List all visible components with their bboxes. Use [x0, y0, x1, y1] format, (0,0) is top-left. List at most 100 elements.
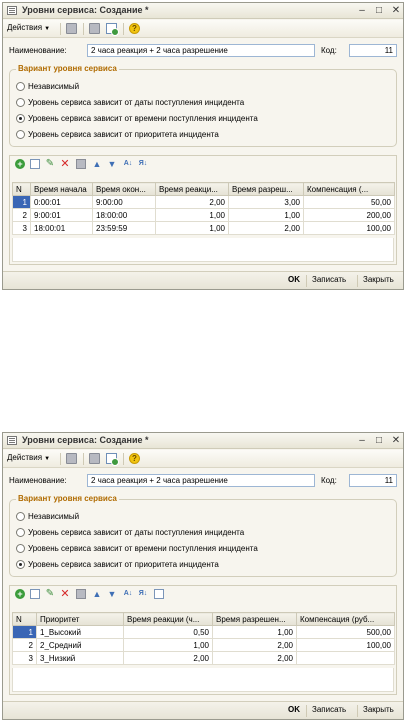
help-icon[interactable]: ? [129, 23, 140, 34]
delete-row-icon[interactable]: ✕ [60, 159, 70, 170]
move-up-icon[interactable]: ▲ [92, 159, 102, 169]
table-cell[interactable]: 23:59:59 [92, 221, 156, 235]
column-header[interactable]: Время разреш... [228, 182, 304, 196]
save-button[interactable]: Записать [312, 705, 346, 714]
post-record-icon[interactable] [89, 453, 100, 464]
table-row[interactable]: 2 9:00:01 18:00:00 1,00 1,00 200,00 [12, 208, 395, 222]
code-field[interactable]: 11 [349, 44, 397, 57]
column-header[interactable]: N [12, 182, 31, 196]
move-down-icon[interactable]: ▼ [107, 159, 117, 169]
table-cell[interactable]: 1,00 [155, 221, 229, 235]
table-cell[interactable]: 18:00:00 [92, 208, 156, 222]
maximize-icon[interactable]: □ [372, 3, 386, 18]
row-number[interactable]: 1 [12, 625, 37, 639]
row-number[interactable]: 3 [12, 651, 37, 665]
radio-button-selected[interactable] [16, 114, 25, 123]
name-field[interactable]: 2 часа реакция + 2 часа разрешение [87, 44, 315, 57]
table-row[interactable]: 1 1_Высокий 0,50 1,00 500,00 [12, 625, 395, 639]
table-row[interactable]: 1 0:00:01 9:00:00 2,00 3,00 50,00 [12, 195, 395, 209]
end-edit-icon[interactable] [76, 159, 86, 169]
code-field[interactable]: 11 [349, 474, 397, 487]
column-header[interactable]: Время реакции (ч... [123, 612, 213, 626]
help-icon[interactable]: ? [129, 453, 140, 464]
maximize-icon[interactable]: □ [372, 433, 386, 448]
table-cell[interactable]: 100,00 [303, 221, 395, 235]
table-cell[interactable]: 18:00:01 [30, 221, 93, 235]
move-down-icon[interactable]: ▼ [107, 589, 117, 599]
add-row-icon[interactable]: + [15, 159, 25, 169]
table-cell[interactable]: 200,00 [303, 208, 395, 222]
row-number[interactable]: 1 [12, 195, 31, 209]
row-number[interactable]: 2 [12, 638, 37, 652]
table-cell[interactable]: 1,00 [212, 625, 297, 639]
column-header[interactable]: Время начала [30, 182, 93, 196]
table-cell[interactable]: 2_Средний [36, 638, 124, 652]
table-cell[interactable]: 1,00 [155, 208, 229, 222]
table-cell[interactable]: 2,00 [123, 651, 213, 665]
close-icon[interactable]: ✕ [389, 3, 403, 18]
row-number[interactable]: 2 [12, 208, 31, 222]
column-header[interactable]: Приоритет [36, 612, 124, 626]
fill-table-icon[interactable] [154, 589, 164, 599]
table-cell[interactable]: 2,00 [155, 195, 229, 209]
actions-menu-button[interactable]: Действия ▼ [7, 453, 50, 462]
ok-button[interactable]: OK [288, 275, 300, 284]
column-header[interactable]: Время реакци... [155, 182, 229, 196]
table-cell[interactable]: 2,00 [212, 651, 297, 665]
column-header[interactable]: N [12, 612, 37, 626]
ok-button[interactable]: OK [288, 705, 300, 714]
table-cell[interactable]: 9:00:00 [92, 195, 156, 209]
sort-desc-icon[interactable]: Я↓ [138, 159, 148, 169]
post-record-icon[interactable] [89, 23, 100, 34]
end-edit-icon[interactable] [76, 589, 86, 599]
save-button[interactable]: Записать [312, 275, 346, 284]
actions-menu-button[interactable]: Действия ▼ [7, 23, 50, 32]
table-cell[interactable]: 0:00:01 [30, 195, 93, 209]
table-row[interactable]: 2 2_Средний 1,00 2,00 100,00 [12, 638, 395, 652]
minimize-icon[interactable]: – [355, 3, 369, 18]
table-cell[interactable]: 1,00 [123, 638, 213, 652]
close-icon[interactable]: ✕ [389, 433, 403, 448]
copy-row-icon[interactable] [30, 589, 40, 599]
radio-button[interactable] [16, 528, 25, 537]
sort-asc-icon[interactable]: A↓ [123, 589, 133, 599]
close-button[interactable]: Закрыть [363, 705, 394, 714]
close-button[interactable]: Закрыть [363, 275, 394, 284]
move-up-icon[interactable]: ▲ [92, 589, 102, 599]
minimize-icon[interactable]: – [355, 433, 369, 448]
table-cell[interactable]: 3,00 [228, 195, 304, 209]
table-cell[interactable]: 1,00 [228, 208, 304, 222]
save-record-icon[interactable] [66, 453, 77, 464]
row-number[interactable]: 3 [12, 221, 31, 235]
refresh-icon[interactable] [106, 23, 119, 36]
table-cell[interactable]: 500,00 [296, 625, 395, 639]
radio-button[interactable] [16, 544, 25, 553]
save-record-icon[interactable] [66, 23, 77, 34]
radio-button[interactable] [16, 512, 25, 521]
table-cell[interactable]: 50,00 [303, 195, 395, 209]
table-cell[interactable]: 0,50 [123, 625, 213, 639]
radio-button[interactable] [16, 130, 25, 139]
name-field[interactable]: 2 часа реакция + 2 часа разрешение [87, 474, 315, 487]
column-header[interactable]: Время окон... [92, 182, 156, 196]
copy-row-icon[interactable] [30, 159, 40, 169]
sort-desc-icon[interactable]: Я↓ [138, 589, 148, 599]
radio-button[interactable] [16, 98, 25, 107]
table-row[interactable]: 3 18:00:01 23:59:59 1,00 2,00 100,00 [12, 221, 395, 235]
table-cell[interactable]: 9:00:01 [30, 208, 93, 222]
sort-asc-icon[interactable]: A↓ [123, 159, 133, 169]
table-cell[interactable]: 100,00 [296, 638, 395, 652]
refresh-icon[interactable] [106, 453, 119, 466]
column-header[interactable]: Время разрешен... [212, 612, 297, 626]
column-header[interactable]: Компенсация (руб... [296, 612, 395, 626]
table-row[interactable]: 3 3_Низкий 2,00 2,00 [12, 651, 395, 665]
table-cell[interactable]: 1_Высокий [36, 625, 124, 639]
table-cell[interactable]: 2,00 [212, 638, 297, 652]
delete-row-icon[interactable]: ✕ [60, 589, 70, 600]
column-header[interactable]: Компенсация (... [303, 182, 395, 196]
radio-button-selected[interactable] [16, 560, 25, 569]
table-cell[interactable]: 3_Низкий [36, 651, 124, 665]
edit-row-icon[interactable]: ✎ [45, 159, 55, 169]
table-cell[interactable] [296, 651, 395, 665]
add-row-icon[interactable]: + [15, 589, 25, 599]
